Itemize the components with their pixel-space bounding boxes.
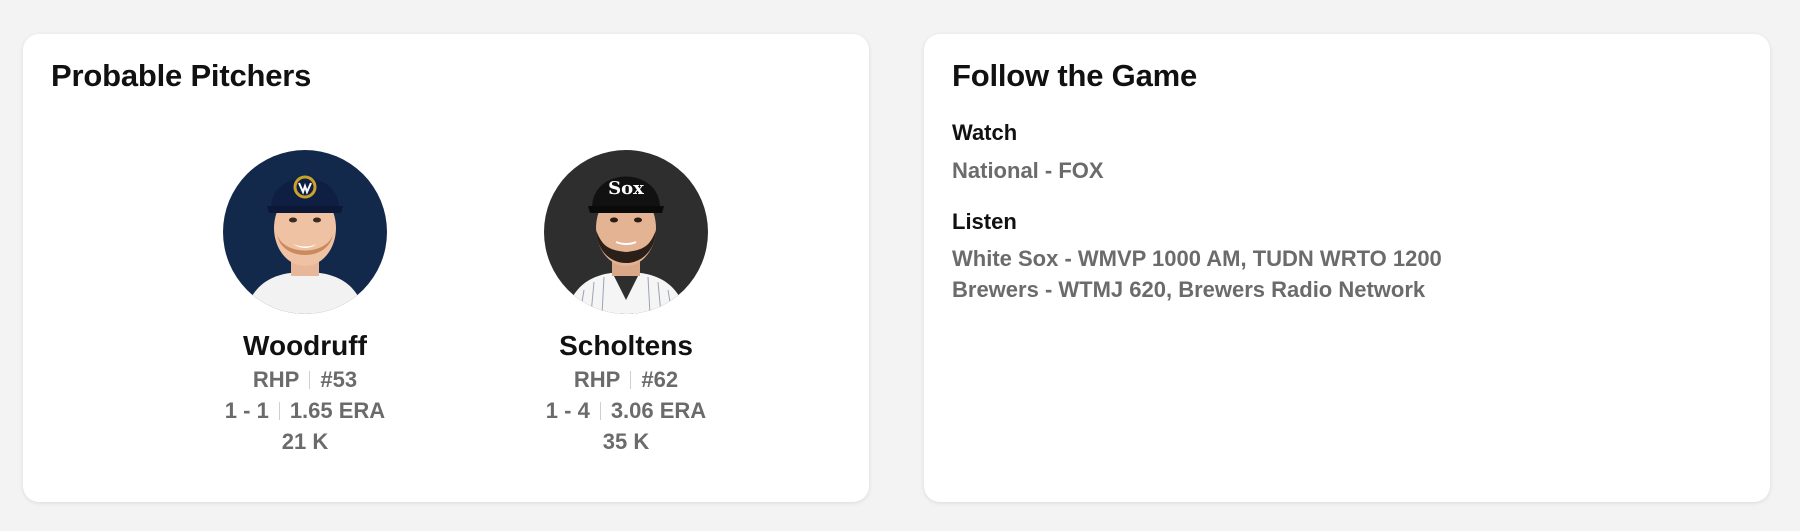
pitcher-card-woodruff[interactable]: Woodruff RHP #53 1 - 1 1.65 ERA 21 K	[185, 150, 425, 455]
pitcher-throws: RHP	[573, 367, 621, 392]
follow-the-game-card: Follow the Game Watch National - FOX Lis…	[924, 34, 1770, 502]
divider	[278, 402, 280, 420]
probable-pitchers-card: Probable Pitchers Woodruff RHP #53 1 - 1…	[23, 34, 869, 502]
pitcher-era: 1.65 ERA	[289, 398, 386, 423]
pitcher-headshot[interactable]: Sox	[544, 150, 708, 314]
divider	[630, 371, 632, 389]
pitcher-record-era: 1 - 4 3.06 ERA	[506, 398, 746, 424]
pitcher-position-number: RHP #53	[185, 367, 425, 393]
listen-brewers-radio: Brewers - WTMJ 620, Brewers Radio Networ…	[952, 277, 1426, 302]
pitcher-record: 1 - 4	[545, 398, 590, 423]
svg-text:Sox: Sox	[608, 178, 644, 199]
pitcher-name[interactable]: Woodruff	[185, 330, 425, 362]
pitcher-throws: RHP	[252, 367, 300, 392]
follow-the-game-title: Follow the Game	[952, 58, 1198, 93]
pitcher-era: 3.06 ERA	[610, 398, 707, 423]
watch-label: Watch	[952, 120, 1018, 145]
pitcher-record-era: 1 - 1 1.65 ERA	[185, 398, 425, 424]
listen-label: Listen	[952, 209, 1017, 234]
divider	[599, 402, 601, 420]
pitcher-number: #53	[320, 367, 358, 392]
pitcher-card-scholtens[interactable]: Sox Scholtens RHP #62 1 - 4 3.06 ERA 35 K	[506, 150, 746, 455]
probable-pitchers-title: Probable Pitchers	[51, 58, 312, 93]
pitcher-strikeouts: 35 K	[602, 429, 650, 454]
watch-broadcast: National - FOX	[952, 158, 1104, 183]
pitcher-name[interactable]: Scholtens	[506, 330, 746, 362]
pitcher-number: #62	[641, 367, 679, 392]
pitcher-strikeouts: 21 K	[281, 429, 329, 454]
pitcher-headshot[interactable]	[223, 150, 387, 314]
divider	[309, 371, 311, 389]
pitcher-position-number: RHP #62	[506, 367, 746, 393]
pitcher-record: 1 - 1	[224, 398, 269, 423]
listen-white-sox-radio: White Sox - WMVP 1000 AM, TUDN WRTO 1200	[952, 246, 1442, 271]
